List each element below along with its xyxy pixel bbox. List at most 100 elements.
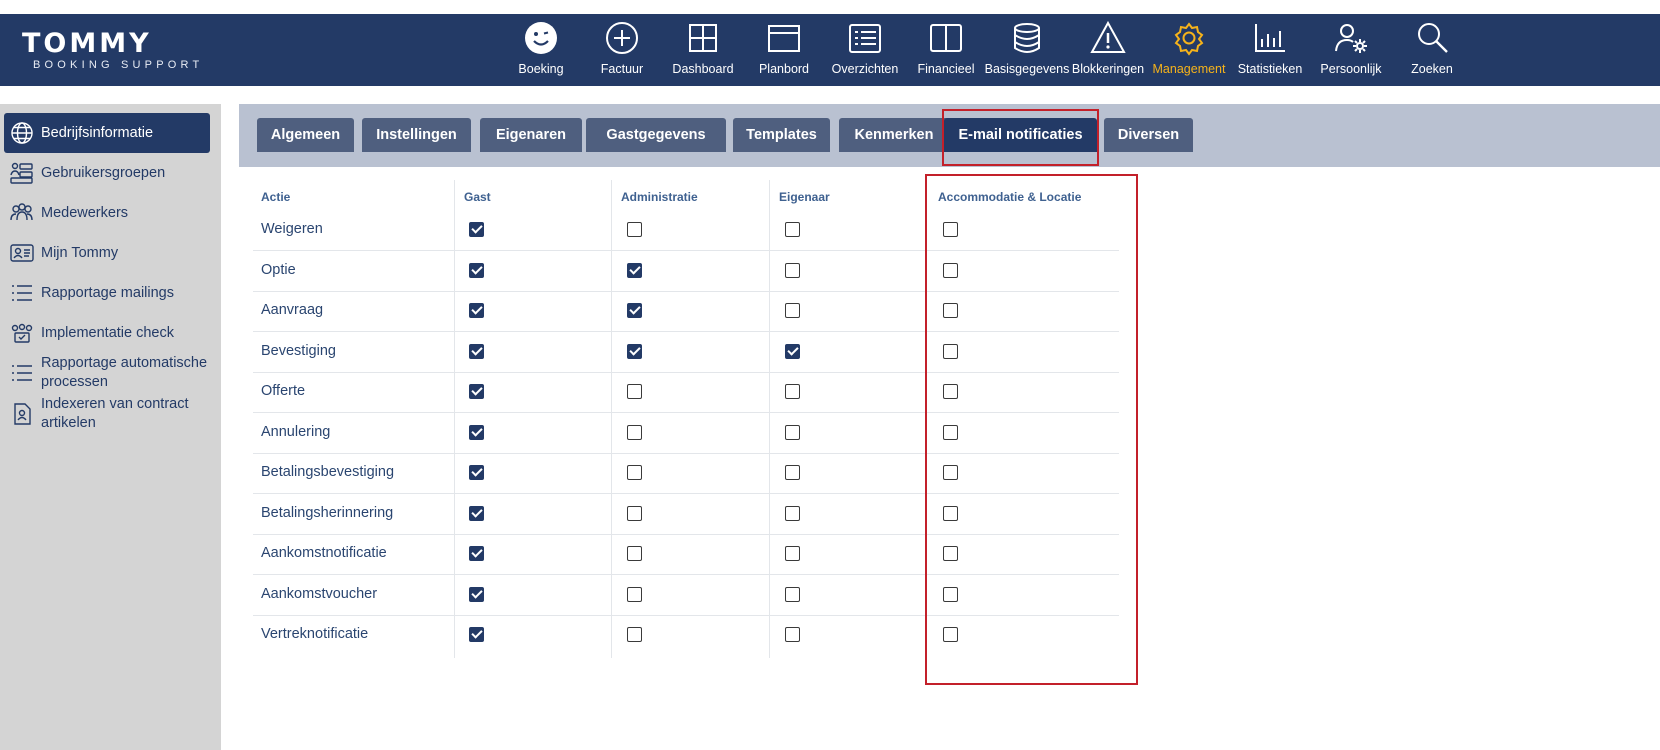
checkbox-eigenaar[interactable] xyxy=(785,424,800,440)
warning-icon xyxy=(1090,20,1126,56)
sidebar-item-label: Indexeren van contract artikelen xyxy=(41,396,189,431)
user-groups-icon xyxy=(10,161,34,185)
column-header-administratie: Administratie xyxy=(621,190,698,204)
sidebar-item-mijn-tommy[interactable]: Mijn Tommy xyxy=(4,233,210,273)
tab-templates[interactable]: Templates xyxy=(733,118,830,152)
list-icon xyxy=(12,285,32,301)
tab-eigenaren[interactable]: Eigenaren xyxy=(480,118,582,152)
column-highlight-box xyxy=(925,174,1138,685)
search-icon xyxy=(1418,23,1448,53)
bar-chart-icon xyxy=(1252,20,1288,56)
action-label: Weigeren xyxy=(261,221,323,237)
list-icon xyxy=(10,281,34,305)
checkbox-gast[interactable] xyxy=(469,465,484,480)
checkbox-eigenaar[interactable] xyxy=(785,627,800,642)
id-card-icon xyxy=(10,241,34,265)
action-label: Aanvraag xyxy=(261,302,324,318)
checkbox-administratie[interactable] xyxy=(627,546,642,561)
globe-icon xyxy=(11,122,33,144)
checkbox-administratie[interactable] xyxy=(627,424,642,440)
checkbox-eigenaar[interactable] xyxy=(785,546,800,561)
app-logo[interactable]: TOMMY BOOKING SUPPORT xyxy=(22,30,212,74)
column-header-gast: Gast xyxy=(464,190,491,204)
plus-circle-icon xyxy=(606,22,638,54)
window-icon xyxy=(766,20,802,56)
sidebar-item-implementatie-check[interactable]: Implementatie check xyxy=(4,313,210,353)
grid-icon xyxy=(689,24,717,52)
sidebar-item-indexeren-van-contract-artikelen[interactable]: Indexeren van contract artikelen xyxy=(4,394,210,434)
checkbox-eigenaar[interactable] xyxy=(785,303,800,318)
sidebar-item-rapportage-automatische-processen[interactable]: Rapportage automatische processen xyxy=(4,353,210,393)
bar-chart-icon xyxy=(1255,24,1285,52)
smiley-icon xyxy=(523,20,559,56)
sidebar-item-label: Gebruikersgroepen xyxy=(41,165,166,181)
search-icon xyxy=(1414,20,1450,56)
app-header: TOMMY BOOKING SUPPORT Boeking Factuur Dash… xyxy=(0,14,1660,86)
checkbox-gast[interactable] xyxy=(469,222,484,237)
checkbox-eigenaar[interactable] xyxy=(785,222,800,237)
checkbox-administratie[interactable] xyxy=(627,586,642,602)
warning-icon xyxy=(1090,20,1126,53)
checkbox-administratie[interactable] xyxy=(627,627,642,642)
list-icon xyxy=(847,20,883,56)
gear-icon xyxy=(1171,20,1207,56)
users-icon xyxy=(10,203,33,221)
user-gear-icon xyxy=(1335,24,1367,53)
contract-icon xyxy=(10,402,34,426)
team-check-icon xyxy=(11,323,33,343)
sidebar-item-label: Bedrijfsinformatie xyxy=(41,125,154,141)
checkbox-administratie[interactable] xyxy=(627,505,642,521)
checkbox-gast[interactable] xyxy=(469,586,484,602)
smiley-icon xyxy=(525,22,557,54)
checkbox-gast[interactable] xyxy=(469,505,484,521)
sidebar: Bedrijfsinformatie Gebruikersgroepen Medew… xyxy=(0,104,221,750)
tab-algemeen[interactable]: Algemeen xyxy=(257,118,354,152)
checkbox-eigenaar[interactable] xyxy=(785,465,800,480)
checkbox-gast[interactable] xyxy=(469,303,484,318)
action-label: Vertreknotificatie xyxy=(261,626,369,642)
window-icon xyxy=(768,25,800,52)
tab-diversen[interactable]: Diversen xyxy=(1104,118,1193,152)
checkbox-eigenaar[interactable] xyxy=(785,384,800,399)
checkbox-eigenaar[interactable] xyxy=(785,262,800,278)
checkbox-administratie[interactable] xyxy=(627,262,642,278)
tab-highlight-box xyxy=(942,109,1099,166)
checkbox-eigenaar[interactable] xyxy=(785,343,800,359)
tab-gastgegevens[interactable]: Gastgegevens xyxy=(586,118,726,152)
checkbox-gast[interactable] xyxy=(469,424,484,440)
sidebar-item-label: Medewerkers xyxy=(41,205,129,221)
sidebar-item-rapportage-mailings[interactable]: Rapportage mailings xyxy=(4,273,210,313)
sidebar-item-medewerkers[interactable]: Medewerkers xyxy=(4,193,210,233)
action-label: Offerte xyxy=(261,383,306,399)
checkbox-gast[interactable] xyxy=(469,384,484,399)
logo-sub: BOOKING SUPPORT xyxy=(33,59,204,71)
plus-circle-icon xyxy=(604,20,640,56)
logo-main: TOMMY xyxy=(22,28,152,59)
checkbox-eigenaar[interactable] xyxy=(785,505,800,521)
action-label: Aankomstvoucher xyxy=(261,585,378,602)
list-icon xyxy=(10,361,34,385)
database-icon xyxy=(1009,20,1045,56)
checkbox-administratie[interactable] xyxy=(627,384,642,399)
checkbox-gast[interactable] xyxy=(469,343,484,359)
checkbox-administratie[interactable] xyxy=(627,303,642,318)
list-icon xyxy=(849,24,881,53)
sidebar-item-label: Implementatie check xyxy=(41,325,174,341)
top-strip xyxy=(0,0,1660,14)
checkbox-gast[interactable] xyxy=(469,262,484,278)
sidebar-item-bedrijfsinformatie[interactable]: Bedrijfsinformatie xyxy=(4,113,210,153)
nav-zoeken[interactable]: Zoeken xyxy=(1389,14,1475,86)
tab-kenmerken[interactable]: Kenmerken xyxy=(839,118,949,152)
column-header-eigenaar: Eigenaar xyxy=(779,190,830,204)
checkbox-gast[interactable] xyxy=(469,546,484,561)
checkbox-administratie[interactable] xyxy=(627,343,642,359)
checkbox-gast[interactable] xyxy=(469,627,484,642)
users-icon xyxy=(10,201,34,225)
action-label: Optie xyxy=(261,261,296,278)
checkbox-eigenaar[interactable] xyxy=(785,586,800,602)
list-icon xyxy=(12,365,32,381)
checkbox-administratie[interactable] xyxy=(627,465,642,480)
checkbox-administratie[interactable] xyxy=(627,222,642,237)
tab-instellingen[interactable]: Instellingen xyxy=(362,118,471,152)
sidebar-item-gebruikersgroepen[interactable]: Gebruikersgroepen xyxy=(4,153,210,193)
